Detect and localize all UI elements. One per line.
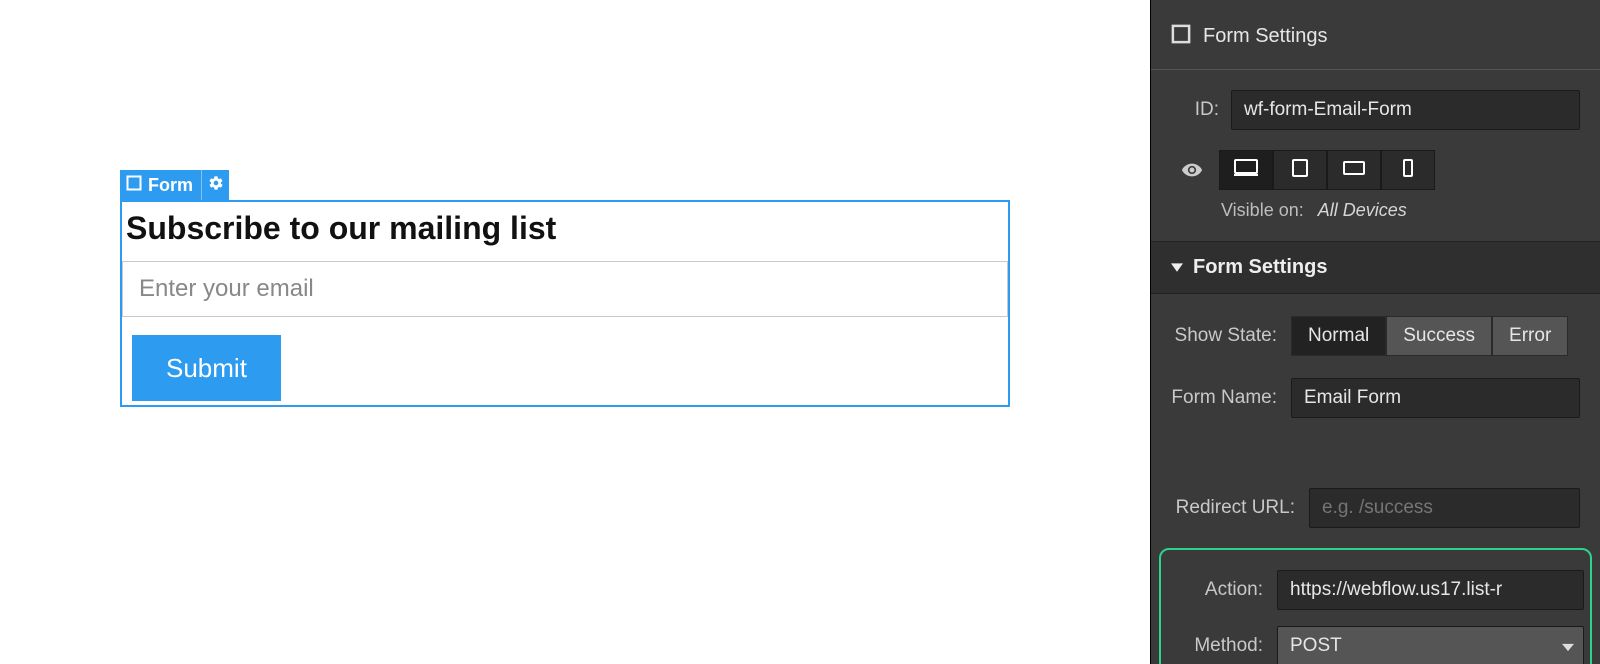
gear-icon <box>208 175 224 196</box>
caret-down-icon <box>1171 256 1183 279</box>
method-label: Method: <box>1167 635 1277 657</box>
id-label: ID: <box>1171 99 1231 121</box>
method-select[interactable] <box>1277 626 1584 664</box>
state-success-button[interactable]: Success <box>1386 316 1492 356</box>
device-tablet-landscape-button[interactable] <box>1327 150 1381 190</box>
highlighted-settings: Action: Method: <box>1159 548 1592 664</box>
device-desktop-button[interactable] <box>1219 150 1273 190</box>
state-error-button[interactable]: Error <box>1492 316 1568 356</box>
action-label: Action: <box>1167 579 1277 601</box>
show-state-label: Show State: <box>1171 325 1291 347</box>
section-title: Form Settings <box>1193 256 1327 279</box>
form-element[interactable]: Form Subscribe to our mailing list Submi… <box>120 200 1010 407</box>
mobile-icon <box>1396 159 1420 182</box>
state-normal-button[interactable]: Normal <box>1291 316 1386 356</box>
form-block-icon <box>126 175 142 196</box>
element-settings-button[interactable] <box>201 170 229 200</box>
form-name-input[interactable] <box>1291 378 1580 418</box>
element-tag-text: Form <box>148 175 193 196</box>
chevron-down-icon <box>1562 636 1574 657</box>
device-mobile-button[interactable] <box>1381 150 1435 190</box>
desktop-icon <box>1234 159 1258 182</box>
tablet-landscape-icon <box>1342 159 1366 182</box>
form-name-label: Form Name: <box>1171 387 1291 409</box>
email-input[interactable] <box>122 261 1008 317</box>
element-tag-label[interactable]: Form <box>120 170 201 200</box>
element-tag[interactable]: Form <box>120 170 229 200</box>
visible-on-value: All Devices <box>1318 200 1407 221</box>
form-block-icon <box>1171 24 1191 49</box>
design-canvas[interactable]: Form Subscribe to our mailing list Submi… <box>0 0 1150 664</box>
settings-panel: Form Settings ID: <box>1150 0 1600 664</box>
method-value[interactable] <box>1277 626 1584 664</box>
form-heading[interactable]: Subscribe to our mailing list <box>122 202 1008 261</box>
id-input[interactable] <box>1231 90 1580 130</box>
panel-top-header: Form Settings <box>1151 0 1600 70</box>
device-tablet-button[interactable] <box>1273 150 1327 190</box>
visibility-icon <box>1179 159 1205 181</box>
visible-on-label: Visible on: <box>1221 200 1304 221</box>
submit-button[interactable]: Submit <box>132 335 281 401</box>
redirect-url-label: Redirect URL: <box>1171 497 1309 519</box>
form-settings-section-header[interactable]: Form Settings <box>1151 241 1600 294</box>
redirect-url-input[interactable] <box>1309 488 1580 528</box>
panel-top-title: Form Settings <box>1203 25 1327 48</box>
tablet-icon <box>1288 159 1312 182</box>
action-input[interactable] <box>1277 570 1584 610</box>
